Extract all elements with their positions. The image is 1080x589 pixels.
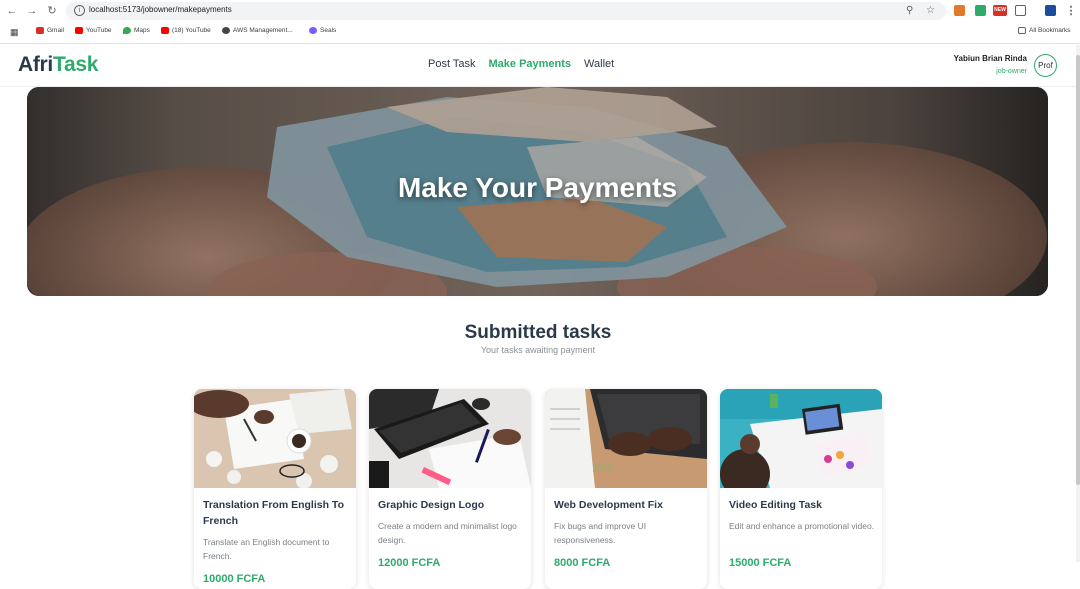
bookmark-gmail[interactable]: Gmail [36, 27, 64, 34]
task-price: 12000 FCFA [378, 557, 441, 569]
task-card[interactable]: Web Development Fix Fix bugs and improve… [545, 389, 707, 589]
url-text: localhost:5173/jobowner/makepayments [89, 5, 232, 14]
all-bookmarks[interactable]: All Bookmarks [1018, 27, 1071, 34]
reload-icon[interactable]: ↻ [45, 4, 59, 18]
bookmark-seals[interactable]: Seals [309, 27, 336, 34]
extension-icon[interactable] [975, 5, 986, 16]
apps-grid-icon[interactable]: ▦ [10, 27, 19, 38]
task-description: Create a modern and minimalist logo desi… [378, 521, 517, 545]
task-title: Translation From English To French [203, 499, 344, 527]
seals-icon [309, 27, 317, 34]
back-icon[interactable]: ← [5, 4, 19, 18]
task-price: 15000 FCFA [729, 557, 792, 569]
task-image-web-development [545, 389, 707, 488]
bookmark-aws[interactable]: AWS Management... [222, 27, 293, 34]
task-card[interactable]: Video Editing Task Edit and enhance a pr… [720, 389, 882, 589]
youtube-icon [161, 27, 169, 34]
nav-wallet[interactable]: Wallet [584, 58, 614, 70]
bookmark-star-icon[interactable]: ☆ [926, 5, 935, 16]
hero-title: Make Your Payments [397, 172, 678, 203]
extension-icon[interactable] [954, 5, 965, 16]
task-card[interactable]: Translation From English To French Trans… [194, 389, 356, 589]
bookmark-youtube[interactable]: YouTube [75, 27, 112, 34]
task-title: Graphic Design Logo [378, 499, 485, 511]
folder-icon [1018, 27, 1026, 34]
user-role: job-owner [996, 68, 1027, 75]
address-row: ← → ↻ i localhost:5173/jobowner/makepaym… [0, 0, 1080, 22]
task-description: Fix bugs and improve UI responsiveness. [554, 521, 647, 545]
scrollbar-thumb[interactable] [1076, 55, 1080, 485]
profile-icon[interactable] [1045, 5, 1056, 16]
task-description: Translate an English document to French. [203, 537, 330, 561]
globe-icon [222, 27, 230, 34]
task-image-translation [194, 389, 356, 488]
youtube-icon [75, 27, 83, 34]
bookmark-youtube-18[interactable]: (18) YouTube [161, 27, 211, 34]
section-title: Submitted tasks [464, 322, 612, 343]
new-badge-icon[interactable]: NEW [993, 5, 1007, 16]
task-title: Web Development Fix [554, 499, 663, 511]
extensions-puzzle-icon[interactable] [1015, 5, 1026, 16]
task-description: Edit and enhance a promotional video. [729, 521, 875, 531]
address-bar[interactable]: i localhost:5173/jobowner/makepayments ⚲… [66, 2, 946, 20]
forward-icon[interactable]: → [25, 4, 39, 18]
maps-pin-icon [123, 27, 131, 34]
avatar[interactable]: Prof [1034, 54, 1057, 77]
gmail-icon [36, 27, 44, 34]
task-image-video-editing [720, 389, 882, 488]
site-info-icon[interactable]: i [74, 5, 85, 16]
key-icon[interactable]: ⚲ [906, 5, 913, 16]
afritask-logo[interactable]: AfriTask [18, 53, 98, 77]
nav-make-payments[interactable]: Make Payments [489, 58, 572, 70]
task-price: 8000 FCFA [554, 557, 611, 569]
main-nav: Post Task Make Payments Wallet [428, 58, 614, 70]
task-price: 10000 FCFA [203, 573, 266, 585]
page-scrollbar[interactable] [1076, 45, 1080, 562]
section-subtitle: Your tasks awaiting payment [480, 345, 596, 355]
site-header: AfriTask Post Task Make Payments Wallet … [0, 45, 1076, 87]
task-image-graphic-design [369, 389, 531, 488]
bookmark-maps[interactable]: Maps [123, 27, 150, 34]
hero-banner: Make Your Payments [27, 87, 1048, 296]
task-card[interactable]: Graphic Design Logo Create a modern and … [369, 389, 531, 589]
task-title: Video Editing Task [729, 499, 822, 511]
nav-post-task[interactable]: Post Task [428, 58, 476, 70]
user-name: Yabiun Brian Rinda [953, 54, 1027, 63]
menu-kebab-icon[interactable]: ⋮ [1064, 4, 1078, 18]
browser-chrome: ← → ↻ i localhost:5173/jobowner/makepaym… [0, 0, 1080, 44]
bookmarks-bar: ▦ Gmail YouTube Maps (18) YouTube AWS Ma… [0, 23, 1080, 41]
